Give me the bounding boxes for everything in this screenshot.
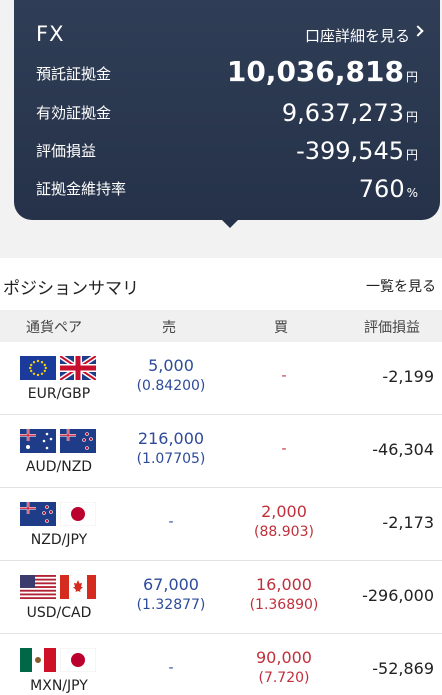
column-header-buy: 買 [274, 320, 288, 336]
position-table: EUR/GBP 5,000 (0.84200) - -2,199 AUD/NZD… [0, 342, 442, 695]
column-header-pair: 通貨ペア [26, 320, 82, 336]
table-row[interactable]: AUD/NZD 216,000 (1.07705) - -46,304 [0, 415, 442, 488]
buy-quantity: 90,000 [256, 648, 312, 667]
valuation-pl-row: 評価損益 -399,545 円 [36, 135, 418, 165]
account-detail-link[interactable]: 口座詳細を見る [305, 25, 410, 46]
valuation-pl: -52,869 [372, 659, 434, 678]
unit-label: 円 [405, 148, 418, 162]
currency-pair-label: AUD/NZD [25, 459, 93, 475]
currency-pair-label: NZD/JPY [30, 532, 88, 548]
section-title: ポジションサマリ [3, 279, 139, 299]
australia-flag-icon [20, 429, 56, 453]
sell-cell: - [116, 502, 226, 530]
buy-empty: - [281, 441, 287, 457]
currency-pair-label: MXN/JPY [30, 678, 88, 694]
chevron-right-icon[interactable] [412, 25, 424, 37]
mexico-flag-icon [20, 648, 56, 672]
effective-margin-value: 9,637,273 [281, 99, 404, 127]
table-row[interactable]: USD/CAD 67,000 (1.32877) 16,000 (1.36890… [0, 561, 442, 634]
sell-cell: 67,000 (1.32877) [116, 575, 226, 613]
margin-ratio-row: 証拠金維持率 760% [36, 173, 418, 203]
canada-flag-icon [60, 575, 96, 599]
valuation-pl: -2,173 [382, 513, 434, 532]
deposit-margin-value: 10,036,818 [226, 55, 404, 88]
valuation-pl: -46,304 [372, 440, 434, 459]
sell-cell: 216,000 (1.07705) [116, 429, 226, 467]
account-summary-card: FX 口座詳細を見る 預託証拠金 10,036,818 円 有効証拠金 9,637… [14, 0, 440, 220]
buy-quantity: 2,000 [261, 502, 307, 521]
sell-price: (1.07705) [136, 451, 206, 467]
unit-label: 円 [405, 70, 418, 84]
new-zealand-flag-icon [60, 429, 96, 453]
currency-pair-label: USD/CAD [26, 605, 92, 621]
japan-flag-icon [60, 502, 96, 526]
valuation-pl: -296,000 [362, 586, 434, 605]
buy-price: (88.903) [254, 524, 314, 540]
row-label: 評価損益 [36, 142, 97, 160]
column-header-sell: 売 [162, 320, 176, 336]
table-row[interactable]: NZD/JPY - 2,000 (88.903) -2,173 [0, 488, 442, 561]
position-summary-header: ポジションサマリ 一覧を見る [0, 258, 442, 310]
deposit-margin-row: 預託証拠金 10,036,818 円 [36, 55, 418, 88]
card-title: FX [36, 22, 65, 46]
valuation-pl: -2,199 [382, 367, 434, 386]
buy-cell: 2,000 (88.903) [229, 502, 339, 540]
row-label: 証拠金維持率 [36, 180, 127, 198]
buy-cell: - [229, 429, 339, 457]
new-zealand-flag-icon [20, 502, 56, 526]
row-label: 預託証拠金 [36, 65, 112, 83]
sell-price: (1.32877) [136, 597, 206, 613]
buy-price: (1.36890) [249, 597, 319, 613]
sell-price: (0.84200) [136, 378, 206, 394]
sell-cell: - [116, 648, 226, 676]
unit-label: % [406, 186, 418, 200]
buy-cell: 16,000 (1.36890) [229, 575, 339, 613]
margin-ratio-value: 760 [358, 175, 405, 203]
table-row[interactable]: MXN/JPY - 90,000 (7.720) -52,869 [0, 634, 442, 695]
buy-cell: - [229, 356, 339, 384]
sell-quantity: 67,000 [143, 575, 199, 594]
sell-quantity: 216,000 [137, 429, 205, 448]
sell-quantity: 5,000 [148, 356, 194, 375]
sell-empty: - [168, 514, 174, 530]
card-pointer [221, 219, 239, 228]
uk-flag-icon [60, 356, 96, 380]
unit-label: 円 [405, 110, 418, 124]
buy-cell: 90,000 (7.720) [229, 648, 339, 686]
buy-price: (7.720) [258, 670, 310, 686]
eu-flag-icon [20, 356, 56, 380]
buy-empty: - [281, 368, 287, 384]
currency-pair-label: EUR/GBP [27, 386, 91, 402]
buy-quantity: 16,000 [256, 575, 312, 594]
sell-cell: 5,000 (0.84200) [116, 356, 226, 394]
column-header-pl: 評価損益 [364, 320, 420, 336]
sell-empty: - [168, 660, 174, 676]
usa-flag-icon [20, 575, 56, 599]
table-header: 通貨ペア 売 買 評価損益 [0, 310, 442, 342]
japan-flag-icon [60, 648, 96, 672]
valuation-pl-value: -399,545 [296, 137, 404, 165]
table-row[interactable]: EUR/GBP 5,000 (0.84200) - -2,199 [0, 342, 442, 415]
row-label: 有効証拠金 [36, 104, 112, 122]
view-all-link[interactable]: 一覧を見る [366, 276, 436, 296]
effective-margin-row: 有効証拠金 9,637,273 円 [36, 97, 418, 127]
